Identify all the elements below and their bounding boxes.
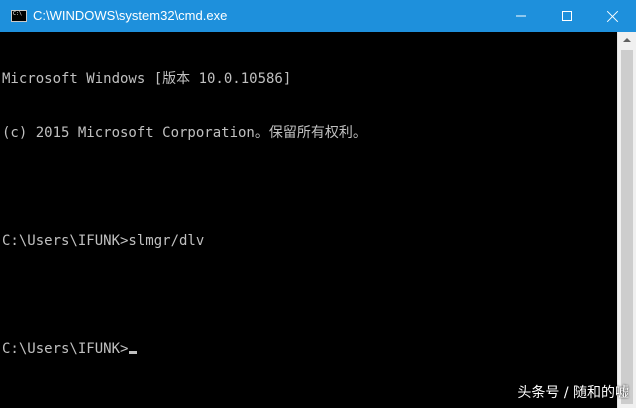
scrollbar-thumb[interactable] [621,50,633,404]
vertical-scrollbar[interactable] [617,32,636,408]
console-prompt-line[interactable]: C:\Users\IFUNK> [2,340,617,358]
cmd-icon-text: C:\ [13,11,23,17]
watermark: 头条号 / 随和的嘘 [517,385,629,401]
minimize-icon [516,15,526,17]
cmd-window: C:\ C:\WINDOWS\system32\cmd.exe Microsof… [0,0,636,408]
title-bar[interactable]: C:\ C:\WINDOWS\system32\cmd.exe [0,0,636,32]
console-line: (c) 2015 Microsoft Corporation。保留所有权利。 [2,125,367,141]
console-line: C:\Users\IFUNK>slmgr/dlv [2,233,205,249]
cmd-icon[interactable]: C:\ [11,10,27,22]
close-icon [607,10,619,22]
minimize-button[interactable] [498,0,544,32]
console-output[interactable]: Microsoft Windows [版本 10.0.10586] (c) 20… [0,32,617,408]
console-prompt: C:\Users\IFUNK> [2,341,129,357]
scroll-up-arrow-icon[interactable] [618,32,636,49]
window-title: C:\WINDOWS\system32\cmd.exe [33,8,228,23]
close-button[interactable] [590,0,636,32]
console-line: Microsoft Windows [版本 10.0.10586] [2,71,292,87]
maximize-button[interactable] [544,0,590,32]
maximize-icon [562,11,572,21]
text-cursor [129,351,138,354]
window-controls [498,0,636,32]
